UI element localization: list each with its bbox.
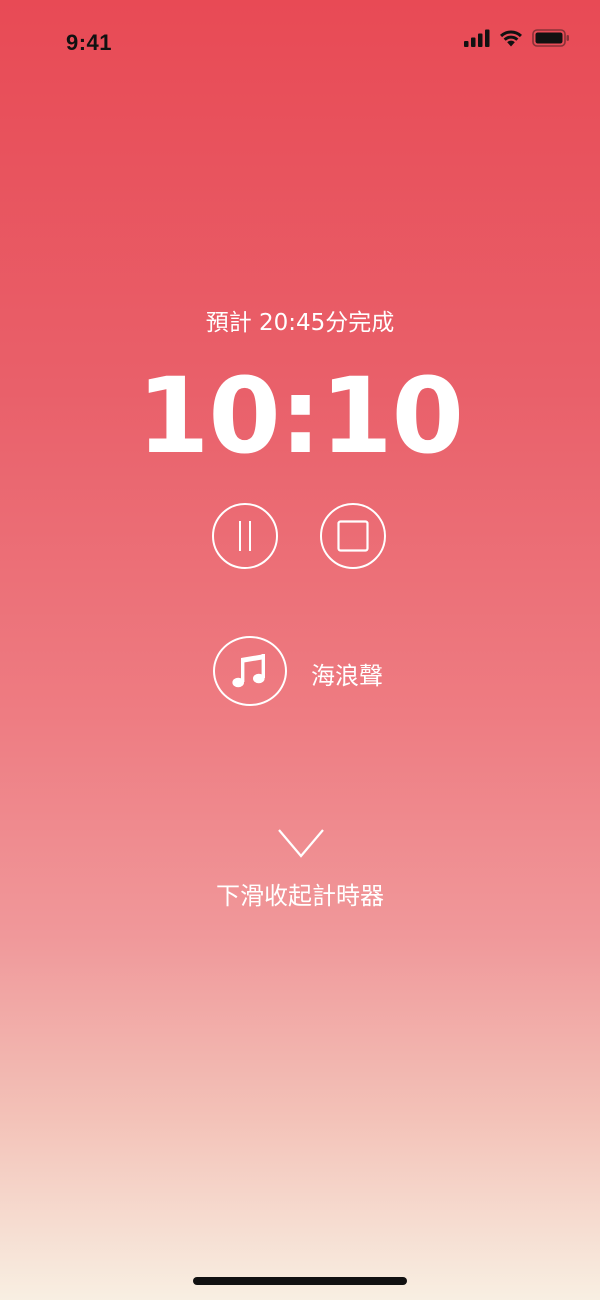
pause-icon: [239, 521, 251, 551]
collapse-hint-text: 下滑收起計時器: [216, 882, 384, 910]
status-bar: 9:41: [0, 0, 600, 80]
sound-button[interactable]: [213, 636, 287, 706]
cellular-signal-icon: [464, 29, 490, 47]
battery-icon: [532, 29, 569, 47]
status-icons: [464, 27, 570, 49]
pause-button[interactable]: [212, 503, 278, 569]
chevron-down-icon[interactable]: [277, 828, 325, 860]
sound-label[interactable]: 海浪聲: [311, 656, 383, 691]
wifi-icon: [500, 30, 522, 47]
timer-display: 10:10: [136, 355, 464, 477]
home-indicator[interactable]: [193, 1277, 407, 1285]
stop-button[interactable]: [320, 503, 386, 569]
stop-icon: [337, 520, 369, 552]
estimated-finish-text: 預計 20:45分完成: [205, 310, 395, 336]
music-note-icon: [232, 654, 265, 688]
status-time: 9:41: [66, 30, 113, 55]
